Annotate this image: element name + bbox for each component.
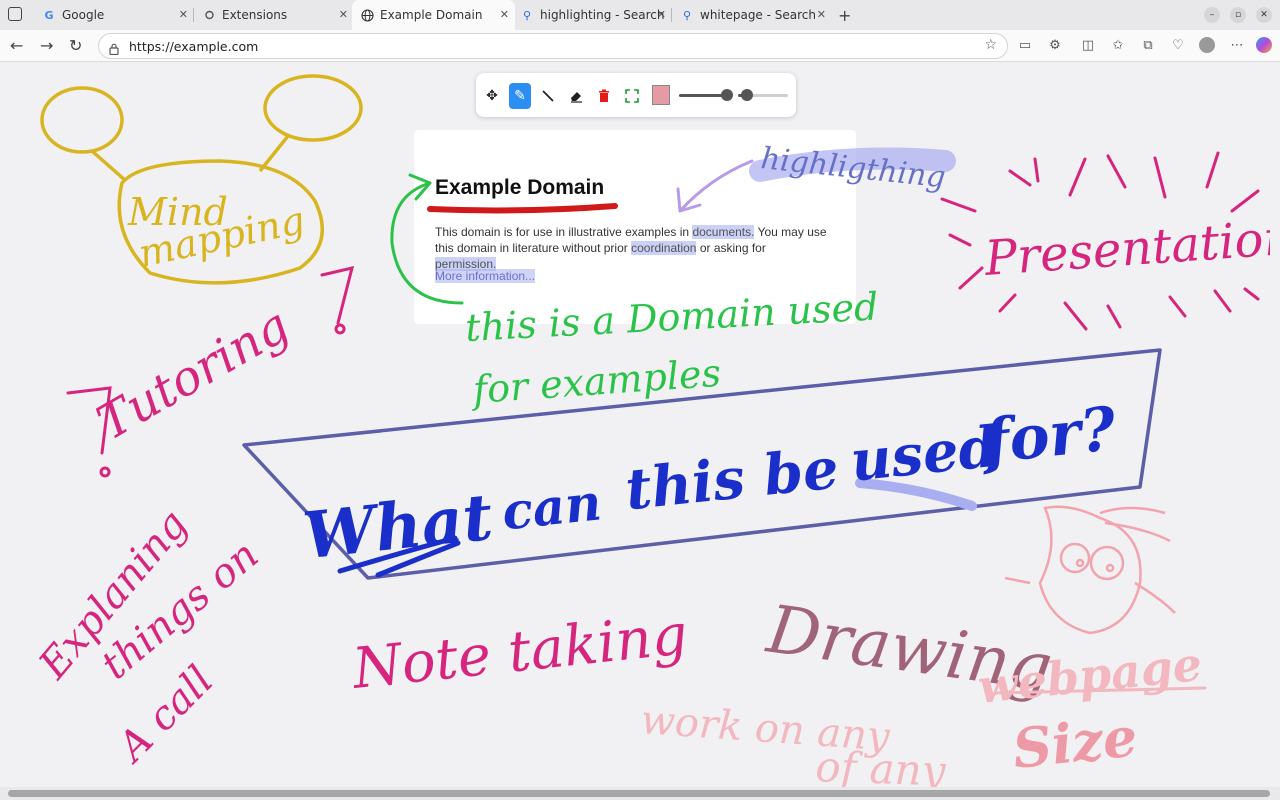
- url-text[interactable]: https://example.com: [129, 39, 258, 54]
- webpage-text: work on any: [639, 697, 892, 760]
- question-text: can: [499, 472, 604, 541]
- line-tool-icon[interactable]: [537, 83, 559, 109]
- delete-icon[interactable]: [593, 83, 615, 109]
- tab-label: Extensions: [222, 8, 288, 22]
- tab-label: Google: [62, 8, 105, 22]
- tutoring-text: Tutoring: [88, 297, 299, 451]
- exclamation-stroke: [320, 265, 355, 335]
- web-page: Example Domain This domain is for use in…: [0, 63, 1280, 800]
- favorite-star-icon[interactable]: ☆: [984, 37, 997, 53]
- close-icon[interactable]: ✕: [339, 8, 348, 21]
- google-icon: G: [44, 8, 54, 22]
- close-window-icon[interactable]: ✕: [1256, 7, 1272, 23]
- question-text: used: [847, 414, 1000, 495]
- drawing-text: Drawing: [762, 590, 1057, 706]
- close-icon[interactable]: ✕: [179, 8, 188, 21]
- explaining-text: Explaning: [30, 502, 197, 689]
- body-text: or asking for: [696, 241, 766, 255]
- tab-strip: G Google ✕ Extensions ✕ Example Domain ✕…: [0, 0, 1280, 30]
- question-text: What: [300, 480, 496, 574]
- highlighted-text: coordination: [631, 241, 697, 255]
- tab-google[interactable]: G Google ✕: [34, 0, 194, 30]
- maximize-icon[interactable]: ▫: [1230, 7, 1246, 23]
- exclamation-stroke: [66, 386, 112, 478]
- question-text-group: What can this be used for?: [300, 394, 1120, 574]
- tab-label: Example Domain: [380, 8, 483, 22]
- tab-extensions[interactable]: Extensions ✕: [194, 0, 354, 30]
- mind-mapping-text: Mind: [127, 190, 228, 234]
- horizontal-scrollbar[interactable]: [0, 787, 1280, 800]
- more-information-link[interactable]: More information...: [435, 269, 536, 283]
- presentations-text: Presentations: [982, 208, 1280, 287]
- eraser-tool-icon[interactable]: [565, 83, 587, 109]
- new-tab-button[interactable]: +: [838, 6, 851, 25]
- address-bar[interactable]: https://example.com ☆: [98, 33, 1008, 59]
- reload-icon[interactable]: ↻: [69, 36, 82, 55]
- question-text: for?: [976, 394, 1120, 478]
- highlighted-text: documents.: [692, 225, 755, 239]
- extensions-icon: [202, 8, 216, 22]
- explaining-text: A call: [107, 657, 223, 773]
- reading-view-icon[interactable]: ▭: [1017, 37, 1033, 53]
- close-icon[interactable]: ✕: [657, 8, 666, 21]
- browser-window: G Google ✕ Extensions ✕ Example Domain ✕…: [0, 0, 1280, 800]
- forward-icon[interactable]: →: [40, 36, 53, 55]
- avatar[interactable]: [1199, 37, 1215, 53]
- note-taking-text: Note taking: [348, 602, 691, 702]
- brush-size-slider[interactable]: [721, 89, 733, 101]
- fullscreen-icon[interactable]: [621, 83, 643, 109]
- brush-size-slider-fill: [679, 94, 727, 97]
- question-box-stroke: [242, 348, 1162, 580]
- minimize-icon[interactable]: –: [1204, 7, 1220, 23]
- move-tool-icon[interactable]: ✥: [481, 83, 503, 109]
- question-text: this be: [622, 435, 841, 523]
- page-title: Example Domain: [435, 176, 605, 199]
- search-icon: ⚲: [682, 8, 692, 22]
- tab-label: whitepage - Search: [700, 8, 816, 22]
- body-text: This domain is for use in illustrative e…: [435, 225, 693, 239]
- mind-map-drawing: [40, 74, 363, 285]
- extensions-icon[interactable]: ⚙: [1047, 37, 1063, 53]
- blue-underline-stroke: [337, 535, 461, 578]
- example-domain-card: Example Domain This domain is for use in…: [414, 130, 856, 324]
- vertical-scrollbar[interactable]: [1270, 63, 1280, 787]
- favorites-icon[interactable]: ✩: [1110, 37, 1126, 53]
- highlight-marker-stroke: [855, 478, 977, 511]
- search-icon: ⚲: [522, 8, 532, 22]
- drawing-toolbar: ✥ ✎: [476, 73, 796, 117]
- close-icon[interactable]: ✕: [817, 8, 826, 21]
- lock-icon[interactable]: [109, 40, 119, 56]
- tab-example-domain[interactable]: Example Domain ✕: [352, 0, 515, 30]
- mind-mapping-text: mapping: [135, 198, 309, 276]
- opacity-slider[interactable]: [741, 89, 753, 101]
- tab-whitepage-search[interactable]: ⚲ whitepage - Search ✕: [672, 0, 832, 30]
- collections-icon[interactable]: ⧉: [1140, 37, 1156, 53]
- pen-tool-icon[interactable]: ✎: [509, 83, 531, 109]
- back-icon[interactable]: ←: [10, 36, 23, 55]
- webpage-text: webpage: [976, 637, 1205, 714]
- tab-actions-icon[interactable]: [8, 7, 22, 21]
- scrollbar-thumb[interactable]: [8, 790, 1270, 797]
- doodle-face-drawing: [1004, 505, 1176, 635]
- presentation-rays-drawing: [940, 151, 1260, 331]
- page-body-text: This domain is for use in illustrative e…: [435, 224, 830, 272]
- domain-note-text: for examples: [469, 351, 723, 412]
- copilot-icon[interactable]: [1256, 37, 1272, 53]
- more-menu-icon[interactable]: ⋯: [1229, 37, 1245, 53]
- globe-icon: [360, 8, 374, 22]
- tab-label: highlighting - Search: [540, 8, 665, 22]
- explaining-text: things on: [93, 532, 267, 689]
- browser-toolbar: ← → ↻ https://example.com ☆ ▭ ⚙ ◫ ✩ ⧉ ♡ …: [0, 30, 1280, 62]
- close-icon[interactable]: ✕: [500, 8, 509, 21]
- color-picker[interactable]: [652, 85, 670, 105]
- webpage-text: Size: [1010, 704, 1141, 781]
- browser-essentials-icon[interactable]: ♡: [1170, 37, 1186, 53]
- pink-underline-stroke: [993, 686, 1207, 695]
- tab-highlighting-search[interactable]: ⚲ highlighting - Search ✕: [512, 0, 672, 30]
- split-screen-icon[interactable]: ◫: [1080, 37, 1096, 53]
